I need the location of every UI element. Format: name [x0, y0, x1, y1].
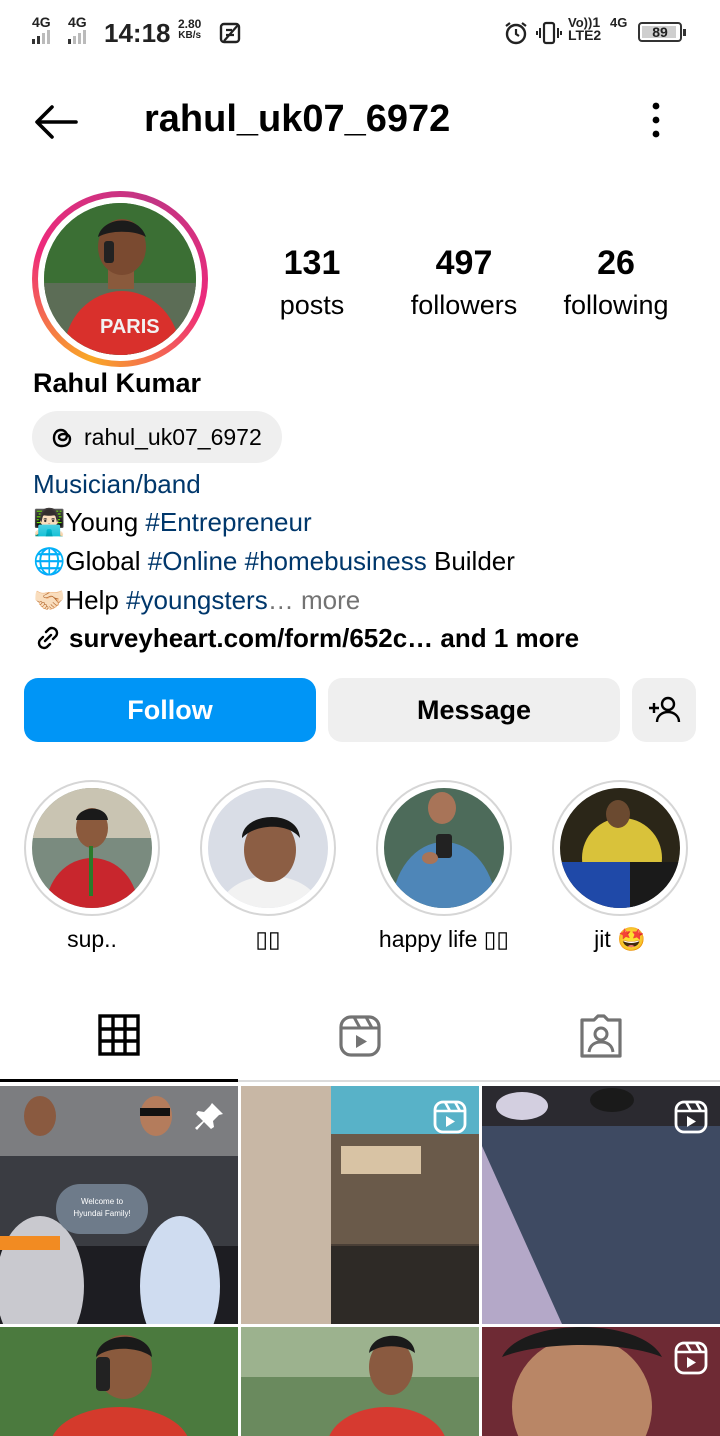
header-username: rahul_uk07_6972	[144, 98, 451, 140]
followers-label: followers	[410, 290, 518, 320]
net-right: 4G	[610, 15, 628, 30]
reels-icon	[433, 1100, 467, 1134]
post-6[interactable]	[482, 1327, 720, 1436]
stat-followers[interactable]: 497 followers	[394, 243, 534, 327]
stat-following[interactable]: 26 following	[552, 243, 680, 327]
stat-posts[interactable]: 131 posts	[262, 243, 362, 327]
post-3[interactable]	[482, 1086, 720, 1324]
highlight-2-image	[208, 788, 328, 908]
bio-text-1: Young	[65, 507, 146, 537]
highlight-1-image	[32, 788, 152, 908]
following-label: following	[563, 290, 669, 320]
battery-indicator: 89	[638, 22, 686, 42]
hashtag-online[interactable]: #Online	[148, 546, 238, 576]
svg-text:PARIS: PARIS	[100, 316, 160, 338]
reels-tab-icon[interactable]	[338, 1014, 382, 1058]
hashtag-homebusiness[interactable]: #homebusiness	[245, 546, 427, 576]
highlight-4-label: jit 🤩	[594, 926, 646, 952]
alarm-icon	[505, 22, 527, 45]
battery-level: 89	[652, 24, 668, 40]
network-type-1: 4G	[32, 14, 51, 30]
bio-text-3: Help	[65, 585, 127, 615]
posts-count: 131	[283, 244, 341, 282]
highlight-4[interactable]	[552, 780, 688, 916]
threads-handle: rahul_uk07_6972	[84, 424, 262, 450]
highlight-3-image	[384, 788, 504, 908]
reels-icon	[674, 1341, 708, 1375]
post-1-sign-text: Welcome to	[81, 1197, 124, 1206]
grid-icon[interactable]	[98, 1014, 140, 1056]
add-user-icon	[649, 696, 681, 723]
reels-icon	[674, 1100, 708, 1134]
net-speed-unit: KB/s	[178, 30, 202, 41]
following-count: 26	[597, 244, 635, 282]
bio-text-2b: Builder	[426, 546, 515, 576]
highlight-2[interactable]	[200, 780, 336, 916]
category-label: Musician/band	[33, 469, 201, 499]
highlight-1-label: sup..	[67, 926, 117, 952]
threads-icon	[52, 428, 72, 448]
hashtag-entrepreneur[interactable]: #Entrepreneur	[145, 507, 311, 537]
link-icon	[37, 626, 59, 650]
net-speed: 2.80 KB/s	[178, 18, 201, 42]
bio-more-link[interactable]: … more	[268, 585, 360, 615]
followers-count: 497	[435, 244, 493, 282]
back-arrow-icon[interactable]	[32, 102, 80, 142]
posts-label: posts	[279, 290, 345, 320]
post-4[interactable]	[0, 1327, 238, 1436]
bio-line-3: 🤝🏻Help #youngsters… more	[33, 584, 360, 616]
clock: 14:18	[104, 18, 171, 48]
tagged-icon[interactable]	[578, 1014, 624, 1058]
post-5[interactable]	[241, 1327, 479, 1436]
post-1[interactable]: Welcome to Hyundai Family!	[0, 1086, 238, 1324]
message-button[interactable]: Message	[328, 678, 620, 742]
add-user-button[interactable]	[632, 678, 696, 742]
lte-text: LTE2	[568, 27, 602, 43]
tab-active-indicator	[0, 1079, 238, 1082]
threads-badge[interactable]: rahul_uk07_6972	[32, 411, 282, 463]
bio-text-2a: Global	[65, 546, 148, 576]
story-ring[interactable]: PARIS	[32, 191, 208, 367]
profile-link-text: surveyheart.com/form/652c… and 1 more	[69, 623, 580, 653]
highlight-3[interactable]	[376, 780, 512, 916]
highlight-1[interactable]	[24, 780, 160, 916]
status-bar: 4G 4G 14:18 2.80 KB/s Vo))1 LTE2 4G 89	[0, 0, 720, 64]
bio-emoji-2: 🌐	[33, 546, 66, 576]
highlight-4-image	[560, 788, 680, 908]
kebab-menu-icon[interactable]	[644, 100, 668, 140]
profile-link-row[interactable]: surveyheart.com/form/652c… and 1 more	[33, 622, 579, 654]
full-name: Rahul Kumar	[33, 368, 202, 398]
svg-text:Hyundai Family!: Hyundai Family!	[73, 1209, 130, 1218]
follow-button[interactable]: Follow	[24, 678, 316, 742]
hashtag-youngsters[interactable]: #youngsters	[126, 585, 268, 615]
highlight-3-label: happy life ▯▯	[378, 926, 510, 952]
highlight-2-label: ▯▯	[255, 926, 281, 952]
signal-bars-1	[32, 30, 50, 44]
vibrate-icon	[536, 21, 562, 45]
post-2[interactable]	[241, 1086, 479, 1324]
signal-bars-2	[68, 30, 86, 44]
profile-avatar: PARIS	[44, 203, 196, 355]
bio-emoji-1: 👨🏻‍💻	[33, 507, 66, 537]
network-type-2: 4G	[68, 14, 87, 30]
pin-icon	[195, 1103, 223, 1130]
net-speed-value: 2.80	[178, 17, 202, 31]
bio-emoji-3: 🤝🏻	[33, 585, 66, 615]
volte-label: Vo))1 LTE2	[568, 15, 602, 43]
bio-line-2: 🌐Global #Online #homebusiness Builder	[33, 545, 515, 577]
bio-line-1: 👨🏻‍💻Young #Entrepreneur	[33, 506, 312, 538]
screenshot-icon	[219, 22, 241, 44]
